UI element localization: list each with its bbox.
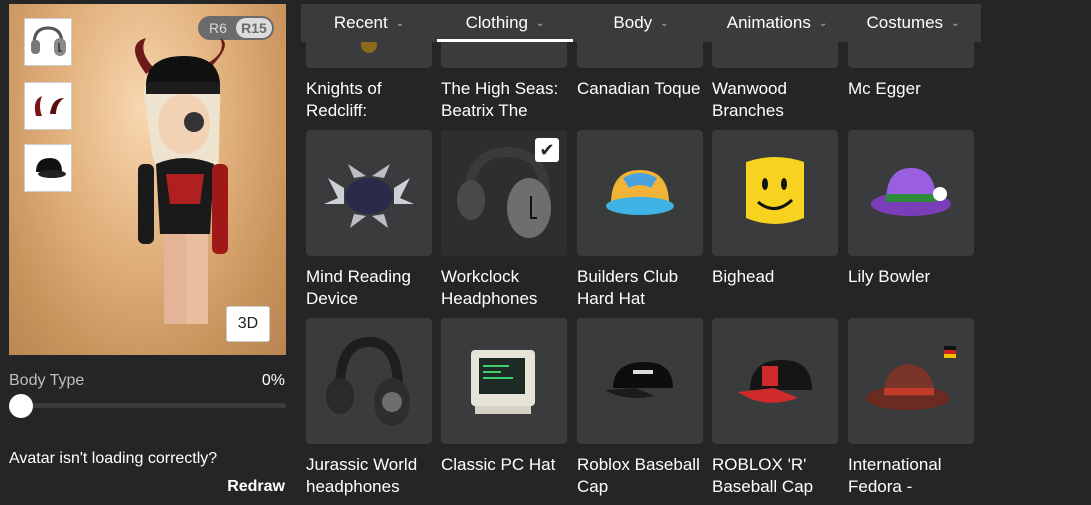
item-thumbnail — [848, 130, 974, 256]
tab-body[interactable]: Body ⌄ — [573, 4, 709, 42]
item-name: Wanwood Branches — [712, 79, 787, 120]
pirate-hat-icon — [449, 42, 559, 60]
item-name: Classic PC Hat — [441, 455, 556, 474]
item-card[interactable]: ROBLOX 'R' Baseball Cap — [712, 318, 838, 498]
item-name: Roblox Baseball Cap — [577, 455, 700, 496]
item-grid: Knights of Redcliff: The High Seas: Beat… — [306, 42, 986, 505]
r-cap-icon — [738, 360, 812, 403]
tab-costumes[interactable]: Costumes ⌄ — [845, 4, 981, 42]
item-card[interactable]: The High Seas: Beatrix The — [441, 42, 567, 122]
item-thumbnail — [441, 318, 567, 444]
tab-clothing[interactable]: Clothing ⌄ — [437, 4, 573, 42]
branches-icon — [720, 42, 830, 60]
jurassic-headphones-icon — [326, 336, 410, 426]
item-card[interactable]: Bighead — [712, 130, 838, 288]
item-card[interactable]: Canadian Toque — [577, 42, 703, 100]
item-thumbnail — [712, 42, 838, 68]
item-card[interactable]: Classic PC Hat — [441, 318, 567, 476]
item-card[interactable]: Roblox Baseball Cap — [577, 318, 703, 498]
roblox-cap-icon — [605, 362, 673, 398]
item-name: Bighead — [712, 267, 775, 286]
item-card[interactable]: Mc Egger — [848, 42, 974, 100]
item-card[interactable]: Jurassic World headphones — [306, 318, 432, 498]
chevron-down-icon: ⌄ — [535, 17, 545, 29]
mind-reading-device-icon — [324, 164, 414, 228]
body-type-value: 0% — [261, 372, 285, 389]
tab-recent[interactable]: Recent ⌄ — [301, 4, 437, 42]
item-name: Builders Club Hard Hat — [577, 267, 679, 308]
item-thumbnail — [712, 318, 838, 444]
category-tabs: Recent ⌄ Clothing ⌄ Body ⌄ Animations ⌄ Cost… — [301, 4, 981, 42]
bighead-icon — [746, 157, 804, 224]
item-name: Canadian Toque — [577, 79, 701, 98]
hard-hat-icon — [606, 170, 674, 215]
worn-item-headphones[interactable] — [24, 18, 72, 66]
body-type-label: Body Type — [9, 372, 85, 389]
item-thumbnail — [577, 318, 703, 444]
worn-item-horns[interactable] — [24, 82, 72, 130]
body-type-slider-handle[interactable] — [9, 394, 33, 418]
egg-hat-icon — [856, 42, 966, 60]
item-name: Mind Reading Device — [306, 267, 411, 308]
item-name: International Fedora - — [848, 455, 942, 496]
redraw-link[interactable]: Redraw — [227, 478, 285, 496]
lily-bowler-icon — [871, 168, 951, 216]
fedora-icon — [866, 346, 956, 410]
item-name: Lily Bowler — [848, 267, 931, 286]
item-thumbnail — [306, 318, 432, 444]
item-card[interactable]: Knights of Redcliff: — [306, 42, 432, 122]
item-thumbnail — [848, 42, 974, 68]
item-card[interactable]: Builders Club Hard Hat — [577, 130, 703, 310]
item-name: Jurassic World headphones — [306, 455, 418, 496]
tab-label: Body — [613, 13, 653, 32]
item-thumbnail: ✔ — [441, 130, 567, 256]
view-3d-button[interactable]: 3D — [226, 306, 270, 342]
tab-label: Clothing — [465, 13, 528, 32]
tab-animations[interactable]: Animations ⌄ — [709, 4, 845, 42]
toque-icon — [585, 42, 695, 60]
avatar-loading-question: Avatar isn't loading correctly? — [9, 450, 218, 467]
item-card[interactable]: Lily Bowler — [848, 130, 974, 288]
item-thumbnail — [306, 42, 432, 68]
item-name: Knights of Redcliff: — [306, 79, 382, 120]
tab-label: Costumes — [866, 13, 944, 32]
knight-helmet-icon — [361, 42, 377, 53]
body-type-slider-track[interactable] — [9, 403, 286, 408]
chevron-down-icon: ⌄ — [660, 17, 669, 29]
item-thumbnail — [306, 130, 432, 256]
tab-label: Recent — [333, 13, 388, 32]
item-thumbnail — [441, 42, 567, 68]
item-card[interactable]: International Fedora - — [848, 318, 974, 498]
chevron-down-icon: ⌄ — [818, 17, 828, 29]
item-name: Workclock Headphones — [441, 267, 538, 308]
item-name: ROBLOX 'R' Baseball Cap — [712, 455, 814, 496]
chevron-down-icon: ⌄ — [951, 17, 960, 29]
item-name: The High Seas: Beatrix The — [441, 79, 559, 120]
item-thumbnail — [577, 42, 703, 68]
pc-hat-icon — [471, 350, 535, 414]
item-name: Mc Egger — [848, 79, 921, 98]
item-thumbnail — [577, 130, 703, 256]
cap-icon — [36, 158, 66, 178]
avatar-figure — [135, 38, 228, 324]
item-card[interactable]: ✔ Workclock Headphones — [441, 130, 567, 310]
tab-label: Animations — [726, 13, 811, 32]
horns-icon — [34, 96, 64, 116]
chevron-down-icon: ⌄ — [395, 17, 405, 29]
headphones-icon — [31, 26, 66, 56]
item-thumbnail — [712, 130, 838, 256]
item-card[interactable]: Mind Reading Device — [306, 130, 432, 310]
worn-item-cap[interactable] — [24, 144, 72, 192]
avatar-preview: R6 R15 3D — [9, 4, 286, 355]
item-thumbnail — [848, 318, 974, 444]
item-card[interactable]: Wanwood Branches — [712, 42, 838, 122]
selected-check-icon: ✔ — [535, 138, 559, 162]
